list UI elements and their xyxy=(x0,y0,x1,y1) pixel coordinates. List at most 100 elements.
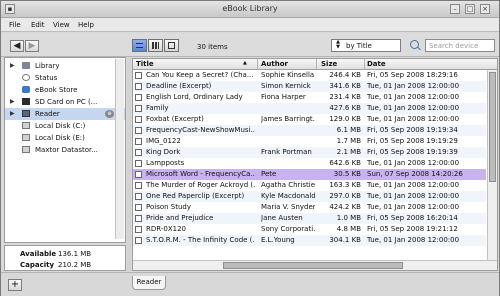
title-header[interactable]: Title xyxy=(136,60,154,68)
disk-icon xyxy=(22,146,30,153)
tab-reader[interactable]: Reader xyxy=(132,276,166,290)
table-row[interactable]: Poison Study Maria V. Snyder 424.2 KB Tue, … xyxy=(133,202,486,213)
size-cell: 4.8 MB xyxy=(336,225,361,233)
author-cell: Sophie Kinsella xyxy=(261,71,315,79)
table-row[interactable]: English Lord, Ordinary Lady Fiona Harper 2… xyxy=(133,92,486,103)
detail-view-button[interactable] xyxy=(164,39,179,52)
menu-bar: File Edit View Help xyxy=(1,18,499,32)
sidebar-scrollbar[interactable] xyxy=(115,59,124,239)
capacity-value: 210.2 MB xyxy=(58,261,92,269)
sidebar-item-status[interactable]: Status xyxy=(5,72,125,84)
title-cell: King Dork xyxy=(146,148,181,156)
table-row[interactable]: IMG_0122 1.7 MB Fri, 05 Sep 2008 19:19:29 xyxy=(133,136,486,147)
date-header[interactable]: Date xyxy=(367,60,386,68)
sidebar-item-reader[interactable]: ▶ Reader ⊕ xyxy=(5,108,125,120)
table-row[interactable]: King Dork Frank Portman 2.1 MB Fri, 05 Sep … xyxy=(133,147,486,158)
size-cell: 427.6 KB xyxy=(329,104,361,112)
date-cell: Fri, 05 Sep 2008 19:19:34 xyxy=(367,126,458,134)
table-row[interactable]: Can You Keep a Secret? (Cha... Sophie Kin… xyxy=(133,70,486,81)
menu-edit[interactable]: Edit xyxy=(31,21,45,29)
vertical-scroll-thumb[interactable] xyxy=(489,72,496,182)
available-label: Available xyxy=(20,250,57,258)
capacity-panel: Available 136.1 MB Capacity 210.2 MB xyxy=(4,245,126,271)
search-icon[interactable] xyxy=(410,40,419,49)
back-button[interactable]: ◀ xyxy=(10,40,24,52)
date-cell: Tue, 01 Jan 2008 12:00:00 xyxy=(367,82,460,90)
minimize-button[interactable]: – xyxy=(450,4,460,14)
sidebar-item-library[interactable]: ▶ Library xyxy=(5,60,125,72)
document-icon xyxy=(135,160,142,167)
table-row[interactable]: Foxbat (Excerpt) James Barringt... 129.0 K… xyxy=(133,114,486,125)
author-cell: Maria V. Snyder xyxy=(261,203,315,211)
add-button[interactable]: + xyxy=(8,279,22,291)
author-cell: Kyle Macdonald xyxy=(261,192,315,200)
document-icon xyxy=(135,171,142,178)
bottom-bar: + Reader xyxy=(1,272,499,296)
date-cell: Tue, 01 Jan 2008 12:00:00 xyxy=(367,115,460,123)
table-horizontal-scrollbar[interactable] xyxy=(133,260,497,270)
window-menu-icon[interactable]: ▪ xyxy=(5,4,15,14)
store-icon xyxy=(22,86,30,93)
table-row[interactable]: The Murder of Roger Ackroyd (... Agatha C… xyxy=(133,180,486,191)
table-row[interactable]: Microsoft Word - FrequencyCa... Pete 30.5 … xyxy=(133,169,486,180)
document-icon xyxy=(135,149,142,156)
pane-splitter[interactable] xyxy=(127,57,131,271)
sidebar-item-sd-card[interactable]: ▶ SD Card on PC (... xyxy=(5,96,125,108)
thumbnail-view-button[interactable] xyxy=(148,39,163,52)
title-cell: S.T.O.R.M. - The Infinity Code (... xyxy=(146,236,255,244)
horizontal-scroll-thumb[interactable] xyxy=(223,262,403,269)
table-row[interactable]: Pride and Prejudice Jane Austen 1.0 MB Fri,… xyxy=(133,213,486,224)
document-icon xyxy=(135,94,142,101)
size-cell: 246.4 KB xyxy=(329,71,361,79)
document-icon xyxy=(135,138,142,145)
sidebar-item-ebook-store[interactable]: eBook Store xyxy=(5,84,125,96)
sd-card-icon xyxy=(22,98,30,105)
sort-select[interactable]: ▲ ▼ by Title xyxy=(331,39,401,52)
sidebar: ▶ Library Status eBook Store ▶ SD Card on … xyxy=(4,57,126,243)
size-header[interactable]: Size xyxy=(321,60,337,68)
size-cell: 1.0 MB xyxy=(336,214,361,222)
author-header[interactable]: Author xyxy=(261,60,288,68)
search-input[interactable]: Search device xyxy=(425,39,495,52)
size-cell: 642.6 KB xyxy=(329,159,361,167)
table-row[interactable]: Family 427.6 KB Tue, 01 Jan 2008 12:00:00 xyxy=(133,103,486,114)
size-cell: 6.1 MB xyxy=(336,126,361,134)
menu-help[interactable]: Help xyxy=(78,21,94,29)
table-row[interactable]: RDR-0X120 Sony Corporati... 4.8 MB Fri, 05 … xyxy=(133,224,486,235)
title-cell: Poison Study xyxy=(146,203,192,211)
close-button[interactable]: × xyxy=(480,4,490,14)
author-cell: Frank Portman xyxy=(261,148,312,156)
date-cell: Tue, 01 Jan 2008 12:00:00 xyxy=(367,93,460,101)
title-cell: Can You Keep a Secret? (Cha... xyxy=(146,71,254,79)
title-cell: Microsoft Word - FrequencyCa... xyxy=(146,170,255,178)
date-cell: Tue, 01 Jan 2008 12:00:00 xyxy=(367,203,460,211)
document-icon xyxy=(135,204,142,211)
reader-status-icon: ⊕ xyxy=(105,110,114,118)
table-row[interactable]: One Red Paperclip (Excerpt) Kyle Macdonal… xyxy=(133,191,486,202)
date-cell: Fri, 05 Sep 2008 19:19:29 xyxy=(367,137,458,145)
table-row[interactable]: Lampposts 642.6 KB Tue, 01 Jan 2008 12:00:… xyxy=(133,158,486,169)
sidebar-item-local-disk-c[interactable]: Local Disk (C:) xyxy=(5,120,125,132)
title-cell: FrequencyCast-NewShowMusi... xyxy=(146,126,255,134)
sidebar-item-maxtor[interactable]: Maxtor Datastor... xyxy=(5,144,125,156)
sidebar-item-local-disk-e[interactable]: Local Disk (E:) xyxy=(5,132,125,144)
forward-button[interactable]: ▶ xyxy=(25,40,39,52)
title-cell: Deadline (Excerpt) xyxy=(146,82,212,90)
document-icon xyxy=(135,105,142,112)
table-row[interactable]: S.T.O.R.M. - The Infinity Code (... E.L.Y… xyxy=(133,235,486,246)
list-view-button[interactable] xyxy=(132,39,147,52)
title-cell: One Red Paperclip (Excerpt) xyxy=(146,192,245,200)
title-cell: Lampposts xyxy=(146,159,185,167)
capacity-label: Capacity xyxy=(20,261,55,269)
document-icon xyxy=(135,182,142,189)
size-cell: 30.5 KB xyxy=(333,170,361,178)
title-cell: IMG_0122 xyxy=(146,137,181,145)
list-view-icon xyxy=(136,43,143,48)
table-vertical-scrollbar[interactable] xyxy=(487,70,497,260)
menu-file[interactable]: File xyxy=(9,21,21,29)
maximize-button[interactable]: □ xyxy=(465,4,475,14)
table-row[interactable]: Deadline (Excerpt) Simon Kernick 341.6 KB T… xyxy=(133,81,486,92)
table-row[interactable]: FrequencyCast-NewShowMusi... 6.1 MB Fri, 0… xyxy=(133,125,486,136)
disk-icon xyxy=(22,122,30,129)
menu-view[interactable]: View xyxy=(53,21,70,29)
